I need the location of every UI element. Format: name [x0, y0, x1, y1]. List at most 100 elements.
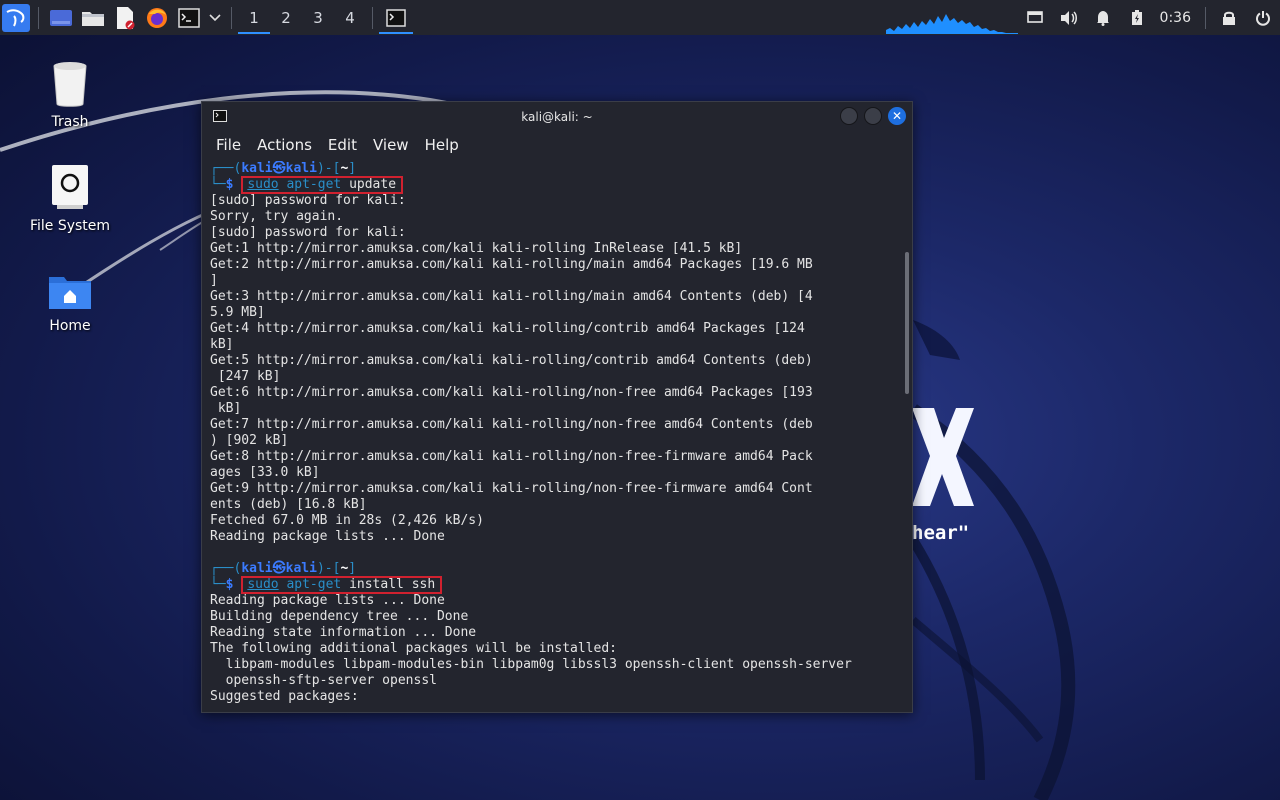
command-line: └─$ sudo apt-get install ssh [210, 576, 898, 594]
taskbar: 1 2 3 4 0:36 [0, 0, 1280, 35]
taskbar-terminal-window[interactable] [379, 0, 413, 35]
menu-view[interactable]: View [365, 136, 417, 154]
output-line: kB] [210, 337, 234, 352]
terminal-icon [386, 8, 406, 27]
window-title: kali@kali: ~ [521, 109, 593, 124]
notifications-button[interactable] [1086, 0, 1120, 35]
desktop-icon-home[interactable]: Home [20, 272, 120, 334]
prompt-line: ┌──(kali㉿kali)-[~] [210, 161, 357, 176]
output-line: Get:5 http://mirror.amuksa.com/kali kali… [210, 353, 813, 368]
output-line: openssh-sftp-server openssl [210, 673, 437, 688]
power-icon [1256, 10, 1270, 26]
text-editor-button[interactable] [109, 2, 141, 34]
output-line: Sorry, try again. [210, 209, 344, 224]
desktop-icon [50, 9, 72, 26]
kali-dragon-icon [2, 3, 30, 32]
output-line: Get:6 http://mirror.amuksa.com/kali kali… [210, 385, 813, 400]
volume-icon [1060, 10, 1077, 25]
monitor-icon [1026, 10, 1043, 23]
highlighted-command-install: sudo apt-get install ssh [241, 576, 443, 594]
terminal-launcher-button[interactable] [173, 2, 205, 34]
output-line: Get:7 http://mirror.amuksa.com/kali kali… [210, 417, 813, 432]
launcher-dropdown-button[interactable] [205, 2, 225, 34]
output-line: libpam-modules libpam-modules-bin libpam… [210, 657, 852, 672]
close-icon: ✕ [891, 109, 903, 123]
output-line: kB] [210, 401, 242, 416]
file-manager-button[interactable] [77, 2, 109, 34]
folder-icon [82, 11, 104, 26]
workspace-4[interactable]: 4 [334, 0, 366, 35]
battery-button[interactable] [1120, 0, 1154, 35]
lock-screen-button[interactable] [1212, 0, 1246, 35]
cpu-graph [886, 14, 1018, 34]
chevron-down-icon [209, 13, 221, 21]
scrollbar[interactable] [905, 252, 909, 394]
taskbar-separator [1205, 6, 1206, 29]
command-output: Reading package lists ... Done Building d… [210, 593, 898, 705]
workspace-3[interactable]: 3 [302, 0, 334, 35]
prompt-line: ┌──(kali㉿kali)-[~] [210, 561, 357, 576]
output-line: Fetched 67.0 MB in 28s (2,426 kB/s) [210, 513, 484, 528]
volume-button[interactable] [1052, 0, 1086, 35]
trash-icon [53, 62, 87, 107]
output-line: ents (deb) [16.8 kB] [210, 497, 367, 512]
firefox-icon [147, 7, 167, 28]
show-desktop-button[interactable] [45, 2, 77, 34]
output-line: The following additional packages will b… [210, 641, 617, 656]
output-line: 5.9 MB] [210, 305, 265, 320]
terminal-icon [178, 7, 200, 28]
lock-icon [1223, 11, 1235, 25]
window-controls: ✕ [840, 107, 906, 125]
output-line: Get:9 http://mirror.amuksa.com/kali kali… [210, 481, 813, 496]
output-line: ) [902 kB] [210, 433, 289, 448]
workspace-1[interactable]: 1 [238, 0, 270, 35]
minimize-button[interactable] [840, 107, 858, 125]
command-output: [sudo] password for kali: Sorry, try agai… [210, 193, 898, 561]
kali-logo-x [912, 408, 974, 506]
maximize-button[interactable] [864, 107, 882, 125]
menu-file[interactable]: File [208, 136, 249, 154]
output-line: Get:2 http://mirror.amuksa.com/kali kali… [210, 257, 813, 272]
system-tray: 0:36 [1018, 0, 1280, 35]
desktop-icon-file-system[interactable]: File System [20, 164, 120, 234]
output-line: Get:4 http://mirror.amuksa.com/kali kali… [210, 321, 805, 336]
firefox-button[interactable] [141, 2, 173, 34]
desktop-icon-trash[interactable]: Trash [20, 60, 120, 130]
window-titlebar[interactable]: kali@kali: ~ ✕ [202, 102, 912, 131]
output-line: Reading package lists ... Done [210, 529, 445, 544]
output-line: [247 kB] [210, 369, 281, 384]
clock[interactable]: 0:36 [1154, 10, 1199, 26]
drive-icon [52, 165, 88, 209]
output-line: Building dependency tree ... Done [210, 609, 469, 624]
power-button[interactable] [1246, 0, 1280, 35]
output-line: [sudo] password for kali: [210, 193, 406, 208]
output-line: [sudo] password for kali: [210, 225, 406, 240]
output-line: Get:1 http://mirror.amuksa.com/kali kali… [210, 241, 743, 256]
taskbar-separator [372, 6, 373, 29]
bell-icon [1096, 10, 1109, 26]
menu-actions[interactable]: Actions [249, 136, 320, 154]
text-editor-icon [117, 6, 135, 29]
menu-help[interactable]: Help [417, 136, 467, 154]
highlighted-command-update: sudo apt-get update [241, 176, 404, 194]
output-line: Reading package lists ... Done [210, 593, 445, 608]
workspace-2[interactable]: 2 [270, 0, 302, 35]
kali-menu-button[interactable] [0, 2, 32, 34]
taskbar-separator [38, 6, 39, 29]
output-line: ages [33.0 kB] [210, 465, 320, 480]
battery-charging-icon [1131, 9, 1142, 25]
desktop-icon-label: Home [49, 318, 91, 334]
terminal-window[interactable]: kali@kali: ~ ✕ File Actions Edit View He… [201, 101, 913, 713]
close-button[interactable]: ✕ [888, 107, 906, 125]
terminal-output[interactable]: ┌──(kali㉿kali)-[~] └─$ sudo apt-get upda… [210, 161, 898, 712]
menu-edit[interactable]: Edit [320, 136, 365, 154]
desktop-icon-label: Trash [51, 114, 89, 130]
output-line: Suggested packages: [210, 689, 359, 704]
display-button[interactable] [1018, 0, 1052, 35]
home-folder-icon [49, 277, 91, 309]
taskbar-separator [231, 6, 232, 29]
output-line: Reading state information ... Done [210, 625, 477, 640]
terminal-icon [213, 110, 227, 122]
wallpaper-quote: hear" [912, 522, 970, 544]
